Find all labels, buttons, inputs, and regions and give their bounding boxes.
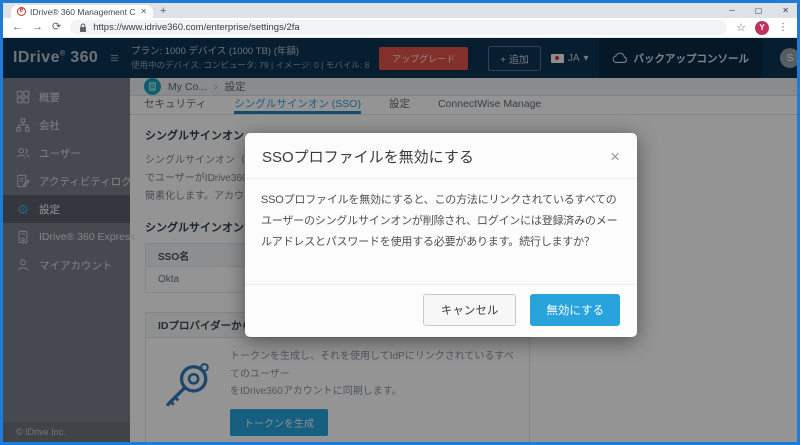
modal-header: SSOプロファイルを無効にする ×	[245, 133, 637, 179]
minimize-icon[interactable]: ─	[729, 6, 735, 15]
window-close-icon[interactable]: ✕	[782, 6, 789, 15]
modal-close-icon[interactable]: ×	[610, 148, 620, 165]
cancel-button[interactable]: キャンセル	[422, 294, 517, 326]
disable-sso-modal: SSOプロファイルを無効にする × SSOプロファイルを無効にすると、この方法に…	[245, 133, 637, 337]
tab-title: IDrive® 360 Management Conso	[30, 6, 136, 17]
modal-title: SSOプロファイルを無効にする	[262, 149, 474, 166]
browser-menu-icon[interactable]: ⋮	[778, 22, 788, 33]
disable-button[interactable]: 無効にする	[530, 294, 620, 326]
maximize-icon[interactable]: ▢	[755, 6, 763, 15]
window-controls: ─ ▢ ✕	[729, 3, 789, 18]
modal-footer: キャンセル 無効にする	[245, 284, 637, 337]
idrive-favicon-icon: e	[17, 7, 26, 16]
page-viewport: IDrive® 360 ≡ プラン: 1000 デバイス (1000 TB) (…	[3, 38, 797, 442]
back-icon[interactable]: ←	[12, 22, 23, 33]
browser-profile-avatar[interactable]: Y	[755, 20, 769, 35]
address-bar: ← → ⟳ https://www.idrive360.com/enterpri…	[3, 18, 797, 38]
reload-icon[interactable]: ⟳	[52, 22, 61, 33]
new-tab-button[interactable]: +	[160, 5, 166, 17]
browser-tab-strip: e IDrive® 360 Management Conso ✕ + ─ ▢ ✕	[3, 3, 797, 18]
lock-icon	[80, 22, 87, 32]
tab-close-icon[interactable]: ✕	[140, 7, 147, 16]
browser-tab[interactable]: e IDrive® 360 Management Conso ✕	[11, 5, 153, 18]
url-text: https://www.idrive360.com/enterprise/set…	[93, 22, 300, 33]
forward-icon[interactable]: →	[32, 22, 43, 33]
url-field[interactable]: https://www.idrive360.com/enterprise/set…	[70, 20, 728, 35]
bookmark-star-icon[interactable]: ☆	[736, 21, 746, 34]
modal-body-text: SSOプロファイルを無効にすると、この方法にリンクされているすべての ユーザーの…	[261, 194, 618, 248]
browser-window: e IDrive® 360 Management Conso ✕ + ─ ▢ ✕…	[0, 0, 800, 445]
